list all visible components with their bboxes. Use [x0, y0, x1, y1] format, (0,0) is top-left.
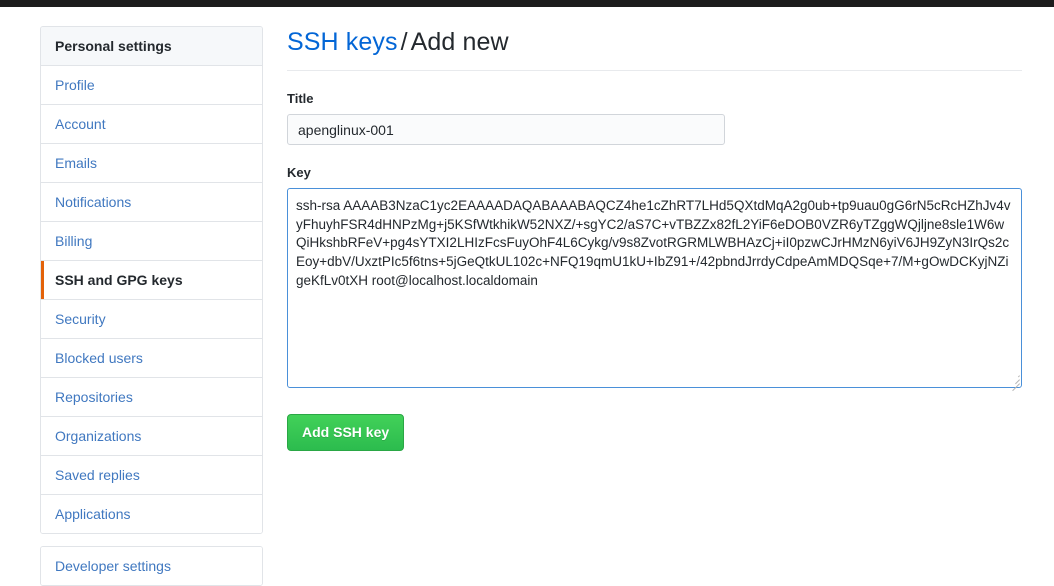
sidebar-item-notifications[interactable]: Notifications [41, 183, 262, 222]
sidebar-item-billing[interactable]: Billing [41, 222, 262, 261]
sidebar-item-applications[interactable]: Applications [41, 495, 262, 533]
key-textarea-wrapper: ssh-rsa AAAAB3NzaC1yc2EAAAADAQABAAABAQCZ… [287, 188, 1022, 392]
sidebar-item-repositories[interactable]: Repositories [41, 378, 262, 417]
sidebar-item-account[interactable]: Account [41, 105, 262, 144]
developer-settings-nav: Developer settings [40, 546, 263, 586]
sidebar-item-saved-replies[interactable]: Saved replies [41, 456, 262, 495]
sidebar-item-blocked-users[interactable]: Blocked users [41, 339, 262, 378]
add-ssh-key-button[interactable]: Add SSH key [287, 414, 405, 451]
sidebar-item-organizations[interactable]: Organizations [41, 417, 262, 456]
breadcrumb-current: Add new [410, 28, 509, 56]
key-textarea[interactable]: ssh-rsa AAAAB3NzaC1yc2EAAAADAQABAAABAQCZ… [287, 188, 1022, 388]
key-field-label: Key [287, 165, 311, 180]
sidebar-item-ssh-and-gpg-keys[interactable]: SSH and GPG keys [41, 261, 262, 300]
sidebar-item-security[interactable]: Security [41, 300, 262, 339]
personal-settings-nav: Personal settings Profile Account Emails… [40, 26, 263, 534]
main-content: SSH keys/Add new Title Key ssh-rsa AAAAB… [287, 26, 1022, 451]
breadcrumb-separator: / [400, 28, 408, 56]
title-input[interactable] [287, 114, 725, 145]
settings-sidebar: Personal settings Profile Account Emails… [40, 26, 263, 586]
breadcrumb-ssh-keys-link[interactable]: SSH keys [287, 28, 398, 56]
browser-chrome-strip [0, 0, 1054, 7]
page-title: SSH keys / Add new [287, 26, 1022, 71]
settings-page: Personal settings Profile Account Emails… [0, 7, 1054, 586]
sidebar-item-developer-settings[interactable]: Developer settings [41, 547, 262, 585]
title-field-label: Title [287, 91, 314, 106]
sidebar-header: Personal settings [41, 27, 262, 66]
sidebar-item-emails[interactable]: Emails [41, 144, 262, 183]
sidebar-item-profile[interactable]: Profile [41, 66, 262, 105]
